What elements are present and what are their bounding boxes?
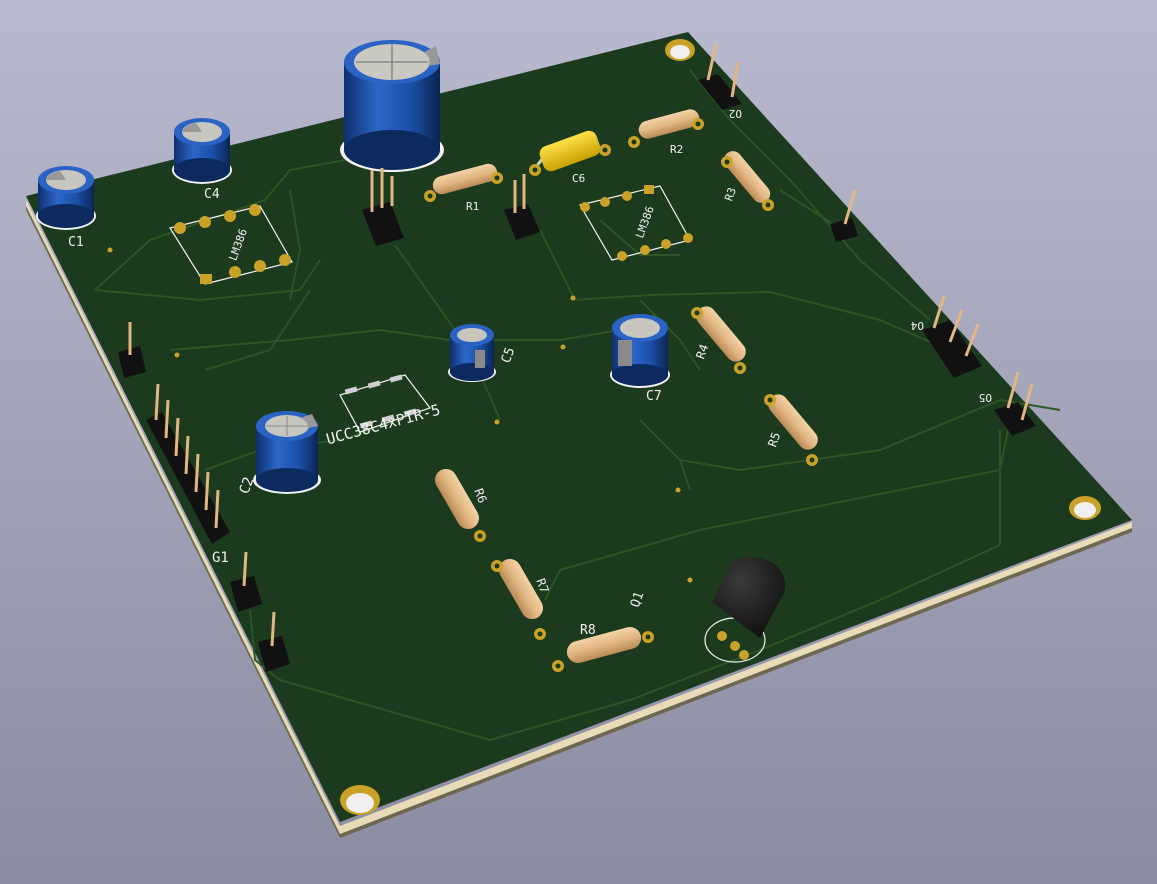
label-c4: C4 <box>204 187 220 202</box>
label-r2: R2 <box>670 143 683 156</box>
capacitor-c5 <box>448 324 496 382</box>
capacitor-c7 <box>610 314 670 388</box>
capacitor-c2 <box>253 411 321 494</box>
label-c1: C1 <box>68 235 84 250</box>
label-o4: O4 <box>910 319 924 332</box>
capacitor-c1 <box>36 166 96 230</box>
pcb-3d-render: C1 C4 C5 C7 C2 C6 R1 R2 R3 R4 R5 R6 R7 R… <box>0 0 1157 884</box>
label-c6: C6 <box>572 172 585 185</box>
capacitor-c4 <box>172 118 232 184</box>
label-o2: O2 <box>729 107 742 120</box>
label-o5: O5 <box>979 391 992 404</box>
label-r1: R1 <box>466 200 479 213</box>
label-r8: R8 <box>580 623 596 638</box>
capacitor-large <box>340 40 444 172</box>
label-c7: C7 <box>646 389 662 404</box>
label-g1: G1 <box>212 550 229 566</box>
